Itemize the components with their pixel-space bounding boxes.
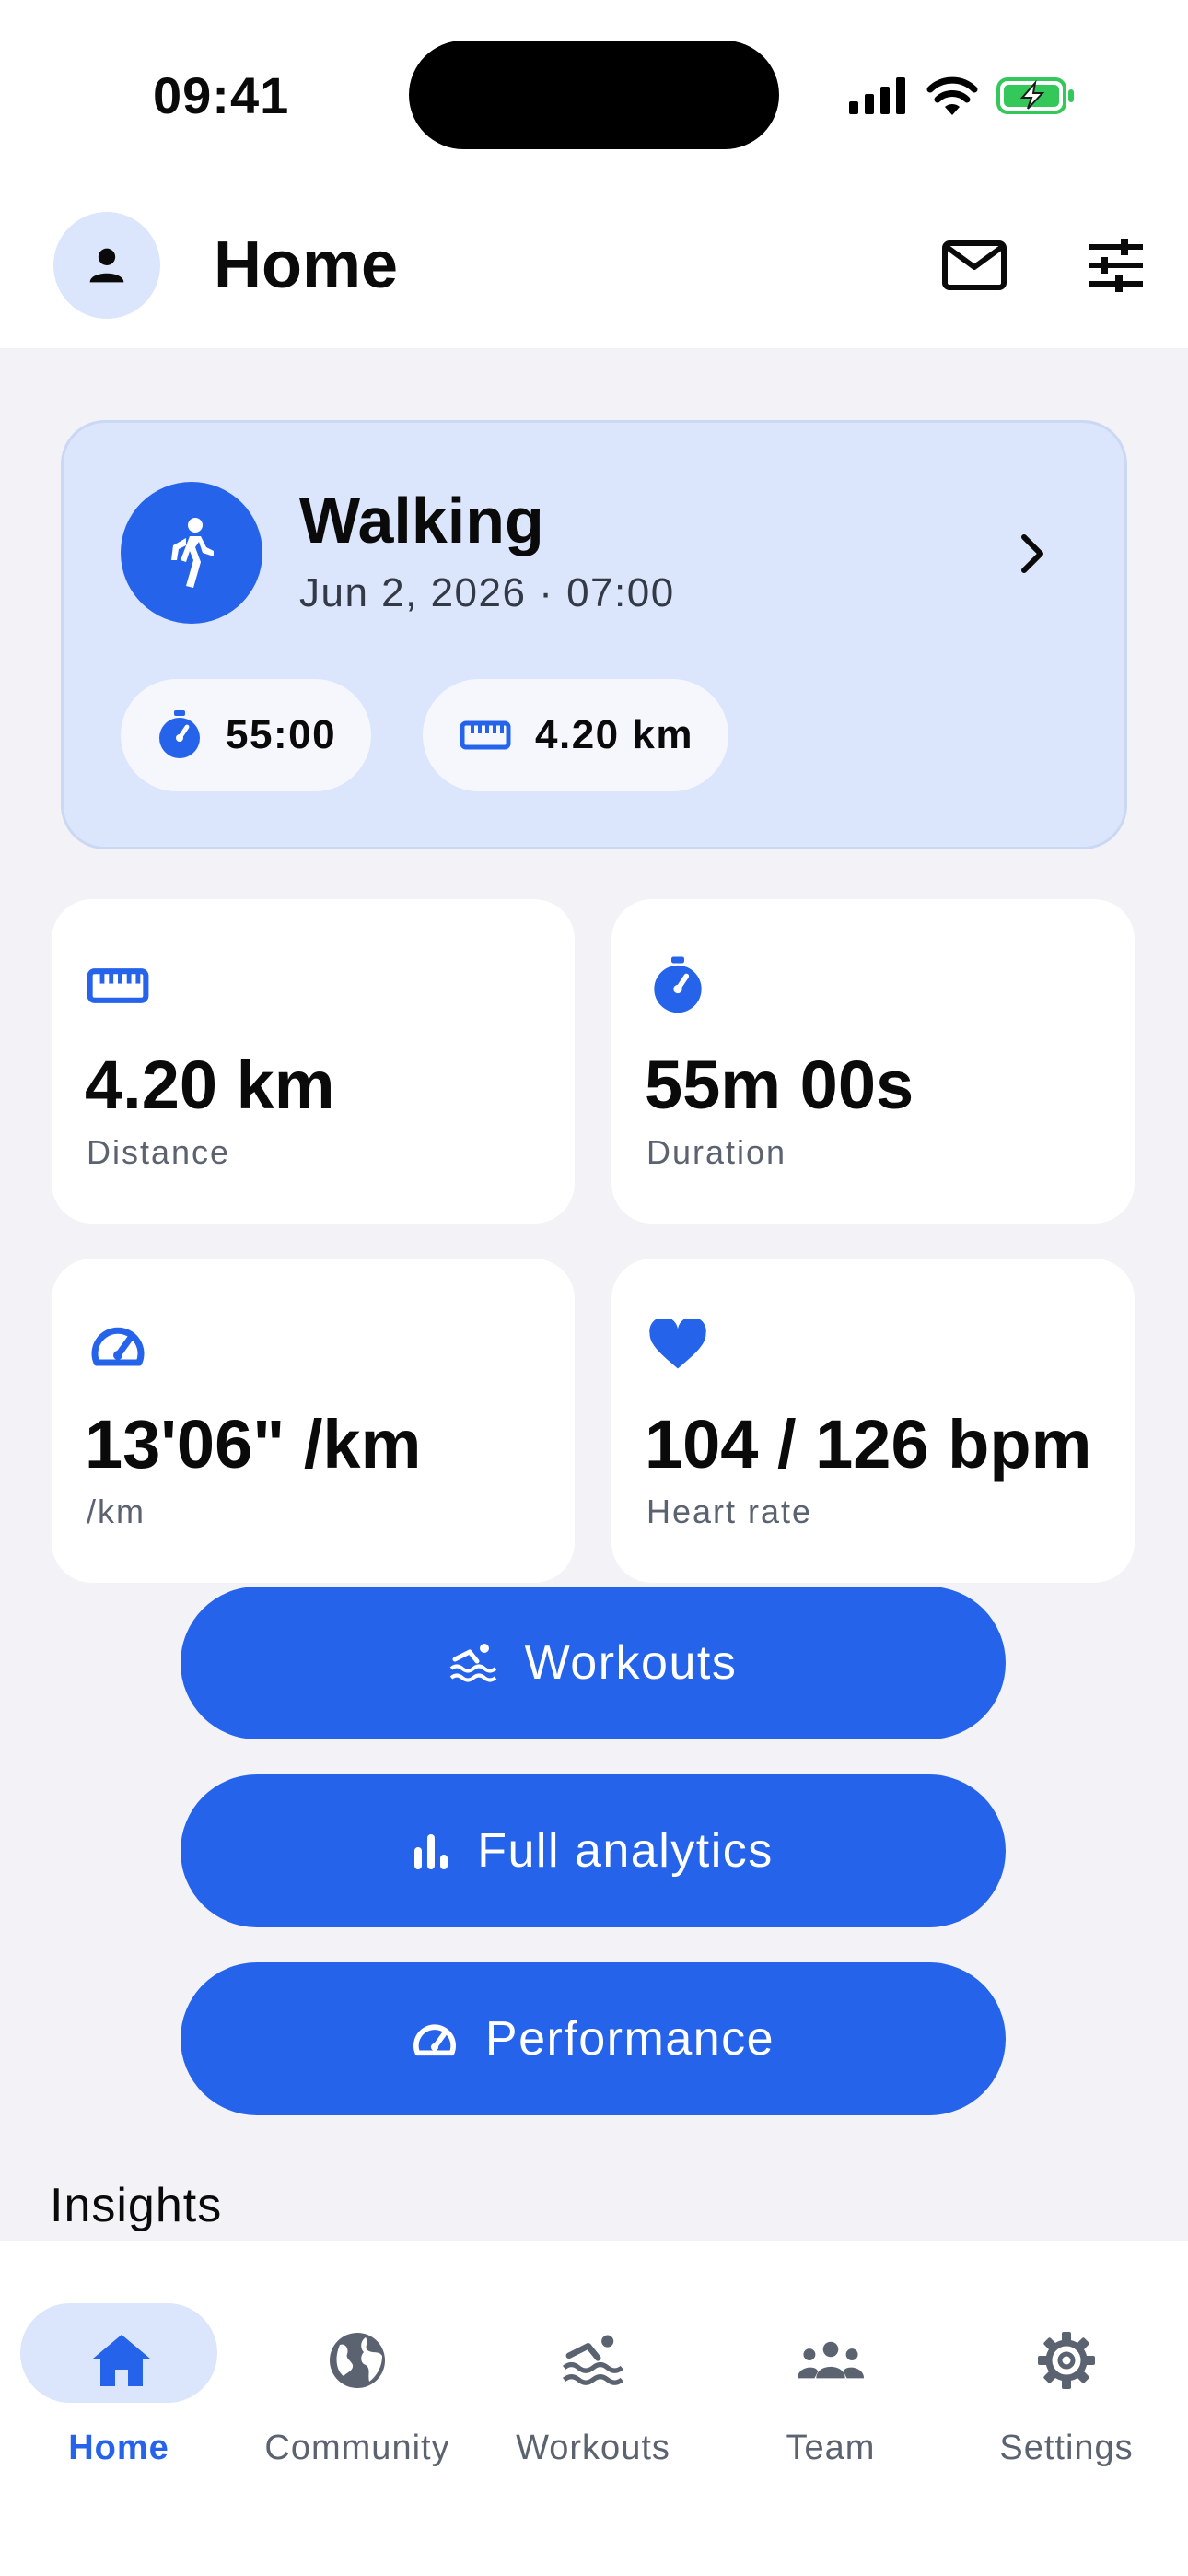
tab-home-label: Home [68, 2429, 169, 2467]
heart-rate-label: Heart rate [646, 1493, 813, 1530]
status-time: 09:41 [153, 66, 290, 124]
ruler-icon [85, 953, 151, 1019]
pace-value: 13'06" /km [85, 1406, 422, 1482]
battery-icon [996, 76, 1076, 116]
home-icon [88, 2327, 155, 2394]
duration-chip: 55:00 [121, 679, 372, 791]
top-bar: 09:41 Home [0, 0, 1188, 348]
activity-datetime: Jun 2, 2026 · 07:00 [299, 570, 675, 615]
tab-home[interactable]: Home [20, 2276, 223, 2467]
full-analytics-button-label: Full analytics [477, 1824, 774, 1878]
duration-label: Duration [646, 1133, 787, 1171]
tab-team[interactable]: Team [729, 2276, 932, 2467]
gear-icon [1033, 2327, 1100, 2394]
full-analytics-button[interactable]: Full analytics [181, 1774, 1006, 1927]
team-icon [798, 2327, 864, 2394]
performance-button[interactable]: Performance [181, 1962, 1006, 2115]
pace-stat-card: 13'06" /km /km [52, 1259, 575, 1583]
tab-settings-label: Settings [999, 2429, 1134, 2467]
signal-icon [849, 77, 908, 114]
swimmer-icon [449, 1643, 497, 1683]
tab-community-label: Community [264, 2429, 450, 2467]
distance-stat-card: 4.20 km Distance [52, 899, 575, 1224]
heart-rate-stat-card: 104 / 126 bpm Heart rate [611, 1259, 1135, 1583]
latest-activity-card[interactable]: Walking Jun 2, 2026 · 07:00 55:00 4.20 k… [61, 420, 1127, 849]
stopwatch-icon [645, 953, 711, 1019]
tab-team-label: Team [786, 2429, 876, 2467]
chevron-right-icon [1005, 526, 1060, 581]
workouts-button[interactable]: Workouts [181, 1587, 1006, 1739]
ruler-icon [460, 720, 511, 750]
mail-icon [941, 240, 1007, 291]
workouts-button-label: Workouts [524, 1636, 738, 1690]
tab-workouts-label: Workouts [516, 2429, 670, 2467]
inbox-button[interactable] [936, 227, 1013, 304]
walking-icon [162, 516, 221, 590]
dynamic-island [409, 41, 779, 149]
distance-label: Distance [87, 1133, 231, 1171]
duration-value: 55m 00s [645, 1047, 914, 1123]
distance-chip: 4.20 km [423, 679, 728, 791]
duration-chip-value: 55:00 [226, 712, 337, 757]
stopwatch-icon [157, 710, 202, 760]
duration-stat-card: 55m 00s Duration [611, 899, 1135, 1224]
performance-button-label: Performance [484, 2012, 775, 2066]
bar-chart-icon [413, 1832, 449, 1869]
distance-value: 4.20 km [85, 1047, 335, 1123]
swimmer-icon [560, 2327, 626, 2394]
pace-label: /km [87, 1493, 146, 1530]
tab-bar: Home Community Workouts Team Settings [0, 2241, 1188, 2576]
filters-button[interactable] [1077, 227, 1155, 304]
heart-rate-value: 104 / 126 bpm [645, 1406, 1092, 1482]
avatar-button[interactable] [53, 212, 160, 319]
speedometer-icon [85, 1312, 151, 1378]
person-icon [87, 245, 127, 286]
status-icons [849, 72, 1076, 120]
tab-workouts[interactable]: Workouts [492, 2276, 694, 2467]
distance-chip-value: 4.20 km [535, 712, 693, 757]
heart-icon [645, 1312, 711, 1378]
insights-section-title: Insights [50, 2179, 223, 2232]
tab-settings[interactable]: Settings [965, 2276, 1168, 2467]
speedometer-icon [412, 2019, 458, 2059]
wifi-icon [926, 76, 978, 115]
page-title: Home [214, 228, 399, 302]
globe-icon [324, 2327, 390, 2394]
activity-type-badge [121, 482, 262, 624]
sliders-icon [1088, 238, 1145, 293]
tab-community[interactable]: Community [256, 2276, 459, 2467]
activity-title: Walking [299, 485, 544, 556]
